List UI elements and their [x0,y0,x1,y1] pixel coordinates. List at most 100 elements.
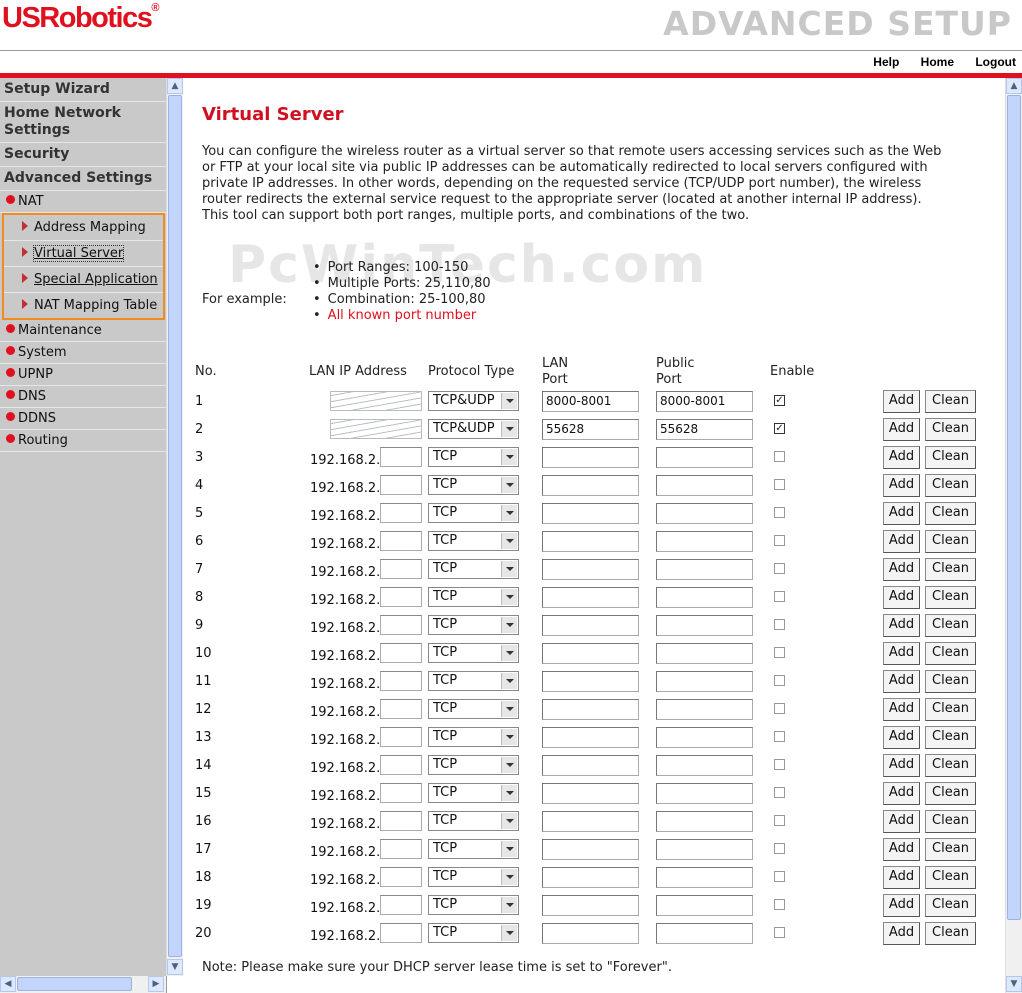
chevron-down-icon[interactable] [501,617,517,633]
sidebar-subitem-nat-mapping-table[interactable]: NAT Mapping Table [4,293,163,318]
lan-ip-input-redacted[interactable] [330,391,422,411]
public-port-input[interactable] [656,615,753,636]
scroll-up-icon[interactable]: ▲ [167,78,183,94]
public-port-input[interactable] [656,923,753,944]
clean-button[interactable]: Clean [925,838,976,861]
add-button[interactable]: Add [883,418,920,441]
public-port-input[interactable] [656,811,753,832]
public-port-input[interactable] [656,755,753,776]
add-button[interactable]: Add [883,838,920,861]
scroll-thumb[interactable] [168,95,182,957]
chevron-down-icon[interactable] [501,673,517,689]
public-port-input[interactable] [656,475,753,496]
public-port-input[interactable] [656,559,753,580]
protocol-select[interactable]: TCP [428,755,519,775]
lan-port-input[interactable] [542,839,639,860]
logout-link[interactable]: Logout [975,55,1016,69]
enable-checkbox[interactable] [774,507,785,518]
lan-port-input[interactable] [542,727,639,748]
clean-button[interactable]: Clean [925,698,976,721]
public-port-input[interactable] [656,643,753,664]
clean-button[interactable]: Clean [925,474,976,497]
scroll-down-icon[interactable]: ▼ [167,959,183,975]
enable-checkbox[interactable] [774,787,785,798]
public-port-input[interactable] [656,503,753,524]
lan-ip-input[interactable] [380,811,422,831]
chevron-down-icon[interactable] [501,897,517,913]
enable-checkbox[interactable] [774,815,785,826]
add-button[interactable]: Add [883,502,920,525]
lan-port-input[interactable] [542,923,639,944]
add-button[interactable]: Add [883,866,920,889]
protocol-select[interactable]: TCP&UDP [428,419,519,439]
add-button[interactable]: Add [883,390,920,413]
known-ports-link[interactable]: All known port number [313,308,491,324]
enable-checkbox[interactable] [774,703,785,714]
public-port-input[interactable] [656,587,753,608]
chevron-down-icon[interactable] [501,589,517,605]
main-scrollbar[interactable]: ▲ ▼ [1005,78,1022,993]
sidebar-item-setup-wizard[interactable]: Setup Wizard [0,78,166,102]
sidebar-item-home-network-settings[interactable]: Home Network Settings [0,102,166,143]
lan-port-input[interactable] [542,671,639,692]
scroll-right-icon[interactable]: ▶ [148,976,164,992]
lan-port-input[interactable]: 8000-8001 [542,391,639,412]
clean-button[interactable]: Clean [925,922,976,945]
clean-button[interactable]: Clean [925,810,976,833]
lan-port-input[interactable] [542,475,639,496]
add-button[interactable]: Add [883,586,920,609]
public-port-input[interactable] [656,867,753,888]
lan-port-input[interactable] [542,811,639,832]
lan-ip-input[interactable] [380,783,422,803]
public-port-input[interactable]: 8000-8001 [656,391,753,412]
scroll-left-icon[interactable]: ◀ [0,976,16,992]
protocol-select[interactable]: TCP [428,559,519,579]
add-button[interactable]: Add [883,530,920,553]
sidebar-item-maintenance[interactable]: Maintenance [0,320,166,342]
lan-ip-input[interactable] [380,839,422,859]
public-port-input[interactable] [656,895,753,916]
public-port-input[interactable] [656,783,753,804]
sidebar-subitem-virtual-server[interactable]: Virtual Server [4,241,163,267]
chevron-down-icon[interactable] [501,841,517,857]
add-button[interactable]: Add [883,810,920,833]
lan-port-input[interactable] [542,895,639,916]
lan-ip-input[interactable] [380,867,422,887]
lan-port-input[interactable] [542,699,639,720]
protocol-select[interactable]: TCP [428,503,519,523]
protocol-select[interactable]: TCP [428,811,519,831]
enable-checkbox[interactable] [774,843,785,854]
public-port-input[interactable] [656,447,753,468]
public-port-input[interactable] [656,699,753,720]
lan-port-input[interactable] [542,783,639,804]
clean-button[interactable]: Clean [925,390,976,413]
chevron-down-icon[interactable] [501,393,517,409]
protocol-select[interactable]: TCP [428,923,519,943]
chevron-down-icon[interactable] [501,477,517,493]
lan-port-input[interactable] [542,867,639,888]
sidebar-item-system[interactable]: System [0,342,166,364]
protocol-select[interactable]: TCP [428,643,519,663]
chevron-down-icon[interactable] [501,869,517,885]
protocol-select[interactable]: TCP [428,699,519,719]
public-port-input[interactable] [656,727,753,748]
add-button[interactable]: Add [883,726,920,749]
lan-ip-input[interactable] [380,587,422,607]
chevron-down-icon[interactable] [501,925,517,941]
help-link[interactable]: Help [873,55,899,69]
protocol-select[interactable]: TCP [428,895,519,915]
clean-button[interactable]: Clean [925,642,976,665]
lan-ip-input[interactable] [380,503,422,523]
clean-button[interactable]: Clean [925,586,976,609]
chevron-down-icon[interactable] [501,533,517,549]
clean-button[interactable]: Clean [925,894,976,917]
lan-ip-input[interactable] [380,559,422,579]
enable-checkbox[interactable] [774,759,785,770]
clean-button[interactable]: Clean [925,726,976,749]
lan-ip-input[interactable] [380,531,422,551]
chevron-down-icon[interactable] [501,645,517,661]
lan-port-input[interactable] [542,587,639,608]
add-button[interactable]: Add [883,670,920,693]
sidebar-item-ddns[interactable]: DDNS [0,408,166,430]
sidebar-item-security[interactable]: Security [0,143,166,167]
